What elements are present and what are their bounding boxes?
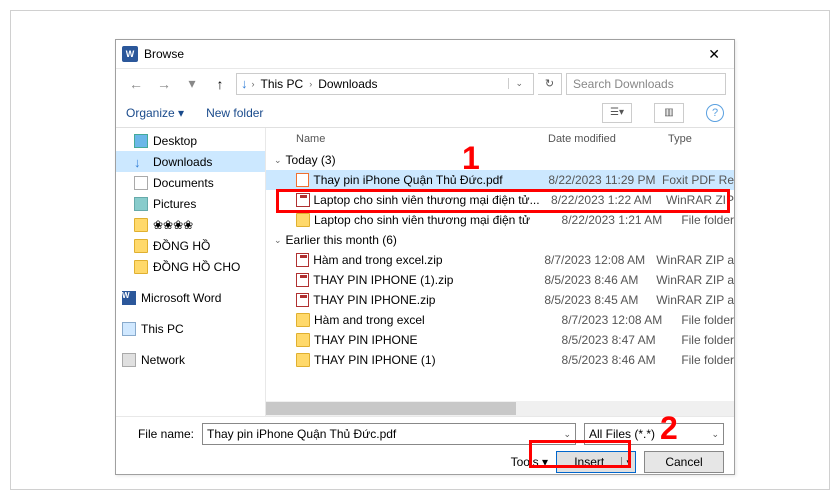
word-icon: W xyxy=(122,291,136,305)
sidebar-item-folder-3[interactable]: ĐỒNG HỒ CHO xyxy=(116,256,265,277)
up-button[interactable]: ↑ xyxy=(208,72,232,96)
file-type-filter[interactable]: All Files (*.*) ⌄ xyxy=(584,423,724,445)
refresh-button[interactable]: ↻ xyxy=(538,73,562,95)
filename-input[interactable]: Thay pin iPhone Quận Thủ Đức.pdf ⌄ xyxy=(202,423,576,445)
file-row[interactable]: Laptop cho sinh viên thương mại điện tử.… xyxy=(266,190,734,210)
close-button[interactable]: ✕ xyxy=(700,46,728,63)
search-input[interactable]: Search Downloads xyxy=(566,73,726,95)
pictures-icon xyxy=(134,197,148,211)
address-bar: ← → ▾ ↑ ↓ › This PC › Downloads ⌄ ↻ Sear… xyxy=(116,68,734,98)
group-earlier[interactable]: ⌄Earlier this month (6) xyxy=(266,230,734,250)
horizontal-scrollbar[interactable] xyxy=(266,401,734,416)
sidebar-item-desktop[interactable]: Desktop xyxy=(116,130,265,151)
view-details-button[interactable]: ☰▾ xyxy=(602,103,632,123)
file-row[interactable]: THAY PIN IPHONE (1).zip8/5/2023 8:46 AMW… xyxy=(266,270,734,290)
breadcrumb-seg-downloads[interactable]: Downloads xyxy=(316,77,379,91)
folder-icon xyxy=(296,313,310,327)
word-app-icon: W xyxy=(122,46,138,62)
chevron-down-icon: ⌄ xyxy=(274,155,282,166)
breadcrumb[interactable]: ↓ › This PC › Downloads ⌄ xyxy=(236,73,534,95)
zip-icon xyxy=(296,293,309,307)
dialog-title: Browse xyxy=(144,47,700,61)
file-row[interactable]: Hàm and trong excel8/7/2023 12:08 AMFile… xyxy=(266,310,734,330)
organize-button[interactable]: Organize ▾ xyxy=(126,106,184,120)
file-list: Name Date modified Type ⌄Today (3) Thay … xyxy=(266,128,734,416)
breadcrumb-seg-thispc[interactable]: This PC xyxy=(259,77,306,91)
col-name[interactable]: Name xyxy=(296,133,548,145)
folder-icon xyxy=(296,353,310,367)
downloads-icon: ↓ xyxy=(241,76,248,91)
sidebar-item-folder-1[interactable]: ❀❀❀❀ xyxy=(116,214,265,235)
sidebar: Desktop ↓Downloads Documents Pictures ❀❀… xyxy=(116,128,266,416)
desktop-icon xyxy=(134,134,148,148)
folder-icon xyxy=(134,260,148,274)
zip-icon xyxy=(296,253,309,267)
chevron-icon: › xyxy=(309,79,312,89)
folder-icon xyxy=(134,239,148,253)
zip-icon xyxy=(296,193,310,207)
file-row[interactable]: Hàm and trong excel.zip8/7/2023 12:08 AM… xyxy=(266,250,734,270)
insert-button[interactable]: Insert ▾ xyxy=(556,451,636,473)
chevron-icon: › xyxy=(252,79,255,89)
sidebar-item-pictures[interactable]: Pictures xyxy=(116,193,265,214)
col-type[interactable]: Type xyxy=(668,133,734,145)
toolbar: Organize ▾ New folder ☰▾ ▥ ? xyxy=(116,98,734,128)
browse-dialog: W Browse ✕ ← → ▾ ↑ ↓ › This PC › Downloa… xyxy=(115,39,735,475)
new-folder-button[interactable]: New folder xyxy=(206,106,263,120)
file-row[interactable]: THAY PIN IPHONE (1)8/5/2023 8:46 AMFile … xyxy=(266,350,734,370)
recent-button[interactable]: ▾ xyxy=(180,72,204,96)
filter-dropdown-icon[interactable]: ⌄ xyxy=(711,429,719,440)
chevron-down-icon: ⌄ xyxy=(274,235,282,246)
insert-split-dropdown[interactable]: ▾ xyxy=(621,457,635,468)
dialog-footer: File name: Thay pin iPhone Quận Thủ Đức.… xyxy=(116,416,734,485)
file-row[interactable]: Thay pin iPhone Quận Thủ Đức.pdf8/22/202… xyxy=(266,170,734,190)
columns-header: Name Date modified Type xyxy=(266,128,734,150)
scrollbar-thumb[interactable] xyxy=(266,402,516,415)
search-placeholder: Search Downloads xyxy=(573,77,674,91)
file-row[interactable]: THAY PIN IPHONE.zip8/5/2023 8:45 AMWinRA… xyxy=(266,290,734,310)
sidebar-item-thispc[interactable]: This PC xyxy=(116,318,265,339)
help-button[interactable]: ? xyxy=(706,104,724,122)
downloads-icon: ↓ xyxy=(134,155,148,169)
sidebar-item-downloads[interactable]: ↓Downloads xyxy=(116,151,265,172)
back-button[interactable]: ← xyxy=(124,72,148,96)
filename-label: File name: xyxy=(126,427,194,441)
sidebar-item-documents[interactable]: Documents xyxy=(116,172,265,193)
filename-dropdown-icon[interactable]: ⌄ xyxy=(563,429,571,440)
view-preview-button[interactable]: ▥ xyxy=(654,103,684,123)
col-date[interactable]: Date modified xyxy=(548,133,668,145)
sidebar-item-network[interactable]: Network xyxy=(116,349,265,370)
address-dropdown[interactable]: ⌄ xyxy=(508,78,529,89)
documents-icon xyxy=(134,176,148,190)
sidebar-item-word[interactable]: WMicrosoft Word xyxy=(116,287,265,308)
file-row[interactable]: THAY PIN IPHONE8/5/2023 8:47 AMFile fold… xyxy=(266,330,734,350)
group-today[interactable]: ⌄Today (3) xyxy=(266,150,734,170)
sidebar-item-folder-2[interactable]: ĐỒNG HỒ xyxy=(116,235,265,256)
cancel-button[interactable]: Cancel xyxy=(644,451,724,473)
network-icon xyxy=(122,353,136,367)
tools-button[interactable]: Tools ▾ xyxy=(511,455,548,469)
titlebar: W Browse ✕ xyxy=(116,40,734,68)
folder-icon xyxy=(296,333,310,347)
pdf-icon xyxy=(296,173,309,187)
page-frame: W Browse ✕ ← → ▾ ↑ ↓ › This PC › Downloa… xyxy=(10,10,830,490)
folder-icon xyxy=(134,218,148,232)
zip-icon xyxy=(296,273,309,287)
forward-button[interactable]: → xyxy=(152,72,176,96)
pc-icon xyxy=(122,322,136,336)
file-row[interactable]: Laptop cho sinh viên thương mại điện tử8… xyxy=(266,210,734,230)
folder-icon xyxy=(296,213,310,227)
